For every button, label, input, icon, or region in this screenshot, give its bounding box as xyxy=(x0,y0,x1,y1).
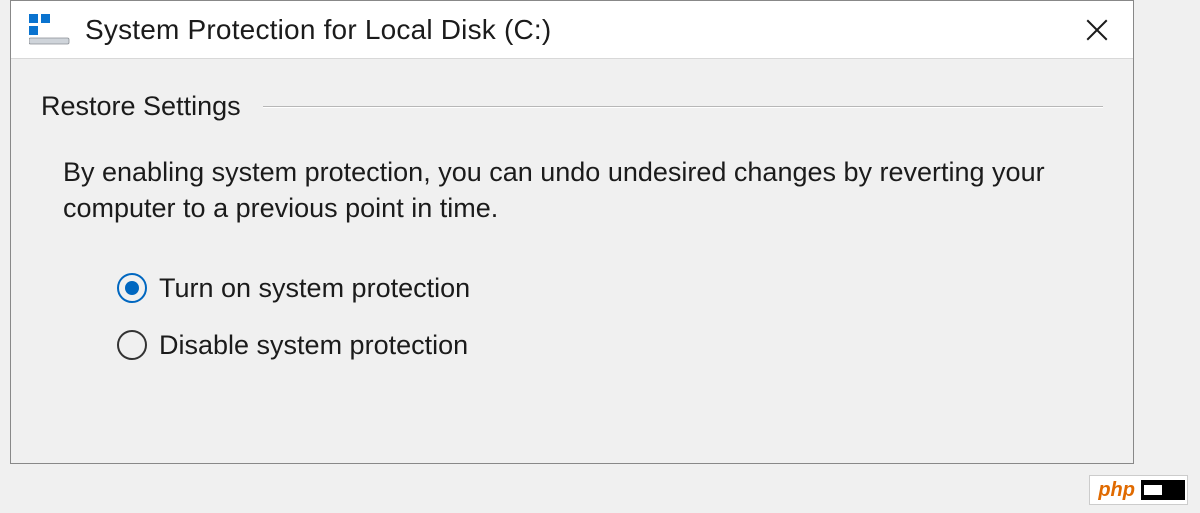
section-header: Restore Settings xyxy=(41,91,1103,122)
radio-label: Disable system protection xyxy=(159,330,468,361)
watermark-block-icon xyxy=(1141,480,1185,500)
radio-label: Turn on system protection xyxy=(159,273,470,304)
protection-radio-group: Turn on system protection Disable system… xyxy=(41,273,1103,361)
radio-turn-on[interactable]: Turn on system protection xyxy=(117,273,1103,304)
radio-indicator-icon xyxy=(117,273,147,303)
titlebar: System Protection for Local Disk (C:) xyxy=(11,1,1133,59)
divider xyxy=(263,106,1103,108)
radio-disable[interactable]: Disable system protection xyxy=(117,330,1103,361)
section-title: Restore Settings xyxy=(41,91,263,122)
watermark-text: php xyxy=(1092,479,1141,502)
radio-indicator-icon xyxy=(117,330,147,360)
close-icon xyxy=(1084,17,1110,43)
system-protection-dialog: System Protection for Local Disk (C:) Re… xyxy=(10,0,1134,464)
watermark-badge: php xyxy=(1089,475,1188,505)
section-description: By enabling system protection, you can u… xyxy=(41,154,1103,227)
drive-icon xyxy=(29,14,71,46)
dialog-title: System Protection for Local Disk (C:) xyxy=(85,14,1073,46)
dialog-content: Restore Settings By enabling system prot… xyxy=(11,59,1133,361)
close-button[interactable] xyxy=(1073,6,1121,54)
